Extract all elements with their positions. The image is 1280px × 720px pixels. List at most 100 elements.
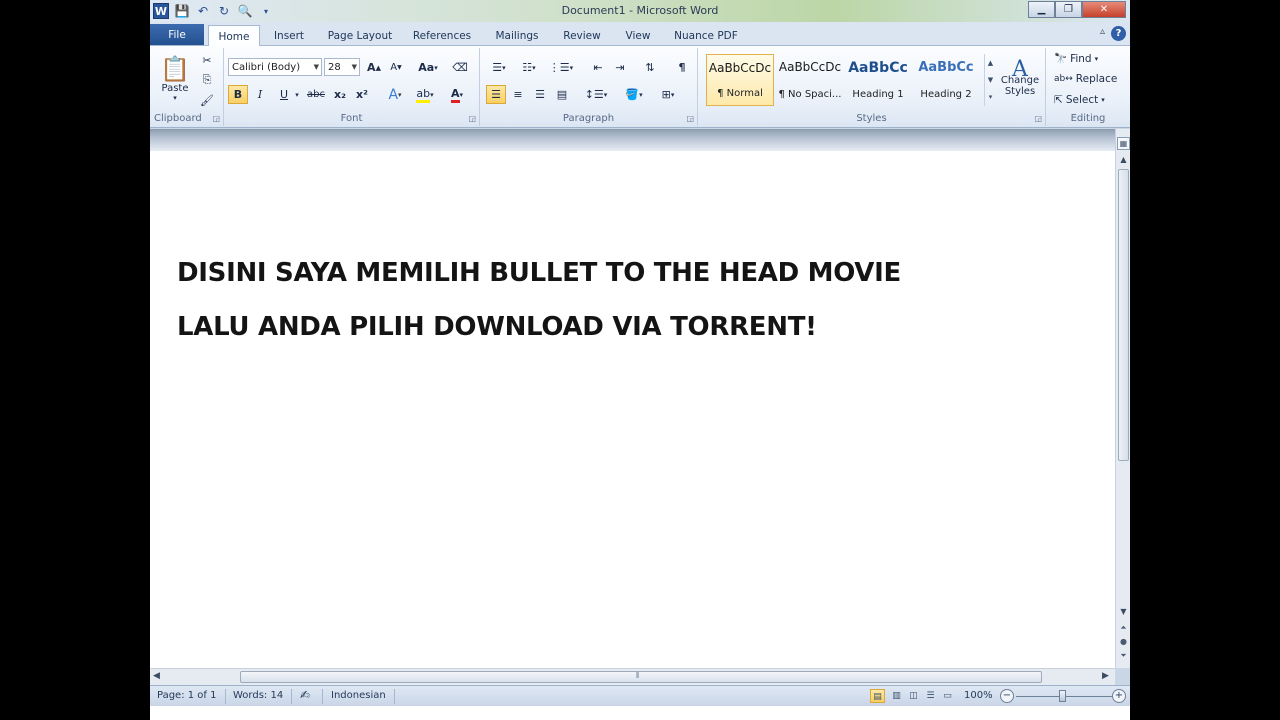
superscript-button[interactable]: x²: [352, 85, 372, 104]
italic-button[interactable]: I: [250, 85, 270, 104]
align-center-icon[interactable]: ≡: [508, 85, 528, 104]
style-heading-2[interactable]: AaBbCc Heading 2: [912, 54, 980, 106]
line-spacing-icon[interactable]: ↕☰ ▾: [582, 85, 610, 104]
align-left-icon[interactable]: ☰: [486, 85, 506, 104]
vertical-scrollbar[interactable]: ▦ ▲ ▼ ⏶ ● ⏷: [1115, 129, 1130, 668]
shading-icon[interactable]: 🪣 ▾: [620, 85, 648, 104]
tab-insert[interactable]: Insert: [264, 25, 314, 46]
document-area[interactable]: DISINI SAYA MEMILIH BULLET TO THE HEAD M…: [150, 129, 1115, 668]
style-heading-1[interactable]: AaBbCc Heading 1: [844, 54, 912, 106]
vertical-scroll-thumb[interactable]: [1118, 169, 1129, 461]
style-normal[interactable]: AaBbCcDc ¶ Normal: [706, 54, 774, 106]
font-size-select[interactable]: 28 ▼: [324, 58, 360, 76]
font-family-select[interactable]: Calibri (Body) ▼: [228, 58, 322, 76]
paste-button[interactable]: 📋 Paste ▾: [156, 50, 194, 106]
page-top-edge: [150, 129, 1115, 151]
tab-page-layout[interactable]: Page Layout: [322, 25, 398, 46]
chevron-down-icon: ▼: [313, 63, 319, 71]
minimize-ribbon-icon[interactable]: ▵: [1100, 26, 1105, 41]
dialog-launcher-icon[interactable]: ◲: [1034, 114, 1042, 123]
cut-icon[interactable]: ✂: [198, 52, 216, 68]
zoom-slider[interactable]: [1016, 696, 1116, 697]
ribbon-home: 📋 Paste ▾ ✂ ⎘ 🖌 Clipboard ◲ Calibri (Bod…: [150, 46, 1130, 128]
close-button[interactable]: ✕: [1082, 1, 1126, 18]
horizontal-scroll-thumb[interactable]: [240, 671, 1042, 683]
tab-view[interactable]: View: [616, 25, 660, 46]
horizontal-scrollbar[interactable]: ◀ ⦀ ▶: [150, 668, 1115, 685]
select-button[interactable]: ⇱ Select ▾: [1054, 94, 1105, 106]
dialog-launcher-icon[interactable]: ◲: [468, 114, 476, 123]
borders-icon[interactable]: ⊞ ▾: [654, 85, 682, 104]
decrease-indent-icon[interactable]: ⇤: [588, 58, 608, 77]
previous-page-icon[interactable]: ⏶: [1116, 623, 1130, 633]
clear-formatting-icon[interactable]: ⌫: [450, 58, 470, 77]
document-line[interactable]: DISINI SAYA MEMILIH BULLET TO THE HEAD M…: [177, 246, 901, 300]
minimize-button[interactable]: ▁: [1028, 1, 1055, 18]
justify-icon[interactable]: ▤: [552, 85, 572, 104]
sort-icon[interactable]: ⇅: [640, 58, 660, 77]
word-count[interactable]: Words: 14: [233, 690, 283, 701]
format-painter-icon[interactable]: 🖌: [198, 92, 216, 108]
print-layout-icon[interactable]: ▤: [870, 689, 885, 703]
chevron-down-icon[interactable]: ▾: [292, 85, 302, 104]
highlight-icon[interactable]: ab ▾: [412, 85, 438, 104]
styles-gallery-scroll[interactable]: ▲ ▼ ▾: [984, 54, 996, 106]
align-right-icon[interactable]: ☰: [530, 85, 550, 104]
find-button[interactable]: 🔭 Find ▾: [1054, 52, 1098, 66]
numbering-icon[interactable]: ☷ ▾: [516, 58, 542, 77]
zoom-level[interactable]: 100%: [964, 690, 993, 701]
replace-button[interactable]: ab↔ Replace: [1054, 73, 1117, 85]
screen-bottom: [150, 706, 1130, 720]
tab-home[interactable]: Home: [208, 25, 260, 47]
document-body[interactable]: DISINI SAYA MEMILIH BULLET TO THE HEAD M…: [177, 246, 901, 354]
copy-icon[interactable]: ⎘: [198, 72, 216, 88]
shrink-font-button[interactable]: A ▼: [386, 58, 406, 77]
grow-font-button[interactable]: A ▲: [364, 58, 384, 77]
zoom-out-button[interactable]: −: [1000, 689, 1014, 703]
draft-icon[interactable]: ▭: [940, 689, 955, 703]
help-icon[interactable]: ?: [1111, 26, 1126, 41]
maximize-button[interactable]: ❐: [1055, 1, 1082, 18]
outline-icon[interactable]: ☰: [923, 689, 938, 703]
tab-references[interactable]: References: [406, 25, 478, 46]
zoom-slider-thumb[interactable]: [1059, 690, 1066, 702]
scroll-down-icon[interactable]: ▼: [1116, 607, 1130, 616]
page-count[interactable]: Page: 1 of 1: [157, 690, 216, 701]
full-screen-reading-icon[interactable]: ▥: [889, 689, 904, 703]
scroll-left-icon[interactable]: ◀: [153, 671, 160, 681]
zoom-in-button[interactable]: +: [1112, 689, 1126, 703]
proofing-icon[interactable]: ✍: [300, 688, 310, 702]
bold-button[interactable]: B: [228, 85, 248, 104]
tab-mailings[interactable]: Mailings: [486, 25, 548, 46]
font-color-button[interactable]: A ▾: [444, 85, 470, 104]
multilevel-list-icon[interactable]: ⋮☰ ▾: [546, 58, 576, 77]
tab-nuance-pdf[interactable]: Nuance PDF: [668, 25, 744, 46]
show-formatting-icon[interactable]: ¶: [672, 58, 692, 77]
dialog-launcher-icon[interactable]: ◲: [212, 114, 220, 123]
dialog-launcher-icon[interactable]: ◲: [686, 114, 694, 123]
tab-file[interactable]: File: [150, 24, 204, 45]
browse-object-icon[interactable]: ●: [1116, 637, 1130, 646]
scroll-right-icon[interactable]: ▶: [1102, 671, 1109, 681]
subscript-button[interactable]: x₂: [330, 85, 350, 104]
next-page-icon[interactable]: ⏷: [1116, 651, 1130, 661]
increase-indent-icon[interactable]: ⇥: [610, 58, 630, 77]
strikethrough-button[interactable]: abc: [306, 85, 326, 104]
change-case-button[interactable]: Aa ▾: [414, 58, 442, 77]
style-no-spacing[interactable]: AaBbCcDc ¶ No Spaci...: [776, 54, 844, 106]
change-styles-button[interactable]: A Change Styles: [998, 52, 1042, 108]
chevron-up-icon[interactable]: ▲: [988, 59, 993, 67]
language[interactable]: Indonesian: [331, 690, 386, 701]
web-layout-icon[interactable]: ◫: [906, 689, 921, 703]
document-line[interactable]: LALU ANDA PILIH DOWNLOAD VIA TORRENT!: [177, 300, 901, 354]
window-title: Document1 - Microsoft Word: [561, 4, 719, 17]
chevron-down-icon[interactable]: ▼: [988, 76, 993, 84]
bullets-icon[interactable]: ☰ ▾: [486, 58, 512, 77]
more-icon[interactable]: ▾: [989, 93, 993, 101]
scroll-up-icon[interactable]: ▲: [1116, 155, 1130, 164]
text-effects-icon[interactable]: A ▾: [382, 85, 408, 104]
binoculars-icon: 🔭: [1054, 53, 1068, 65]
tab-review[interactable]: Review: [556, 25, 608, 46]
view-ruler-icon[interactable]: ▦: [1117, 137, 1130, 150]
underline-button[interactable]: U: [274, 85, 294, 104]
